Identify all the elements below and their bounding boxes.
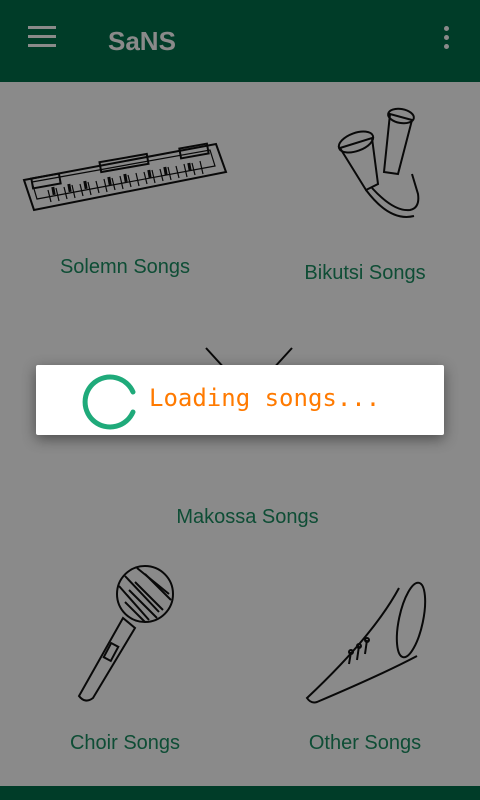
loading-spinner-icon — [82, 374, 136, 430]
loading-message: Loading songs... — [149, 384, 381, 412]
